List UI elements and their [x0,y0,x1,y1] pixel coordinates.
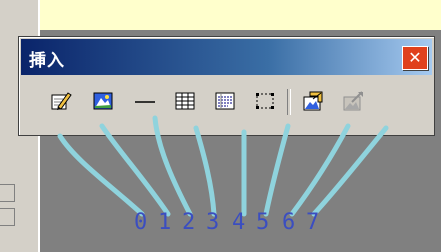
annotation-number-7: 7 [306,210,320,235]
window-title: 挿入 [29,51,65,71]
toolbar-button-6[interactable] [299,87,327,115]
annotation-number-5: 5 [256,210,270,235]
toolbar-button-1[interactable] [89,87,117,115]
toolbar-button-7[interactable] [339,87,367,115]
annotation-line-7 [311,125,389,217]
toolbar-button-3[interactable] [171,87,199,115]
toolbar-button-5[interactable] [251,87,279,115]
annotation-number-1: 1 [158,210,172,235]
annotation-line-5 [263,123,291,217]
table-grid-icon [175,92,195,110]
horizontal-line-icon [135,101,155,103]
toolbar-button-2[interactable] [131,87,159,115]
annotation-line-3 [193,125,217,217]
disabled-image-icon [343,91,363,111]
toolbar-button-4[interactable] [211,87,239,115]
annotation-number-6: 6 [282,210,296,235]
annotation-number-4: 4 [232,210,246,235]
edit-pencil-icon [51,92,72,110]
background-yellow-strip [40,0,441,30]
toolbar-button-0[interactable] [47,87,75,115]
scroll-stub-upper[interactable] [0,184,15,202]
annotation-number-0: 0 [134,210,148,235]
titlebar[interactable]: 挿入 ✕ [21,39,432,75]
close-button[interactable]: ✕ [402,46,428,70]
picture-landscape-icon [93,92,113,110]
dotted-frame-icon [256,93,274,109]
toolbar-separator [287,89,291,115]
form-list-icon [215,92,235,110]
annotation-line-1 [99,123,171,217]
annotation-line-0 [57,133,145,217]
annotation-number-2: 2 [182,210,196,235]
annotation-number-3: 3 [206,210,220,235]
scroll-stub-lower[interactable] [0,208,15,226]
insert-toolbar-window: 挿入 ✕ [18,36,435,136]
annotation-line-6 [289,123,351,217]
image-chart-icon [303,91,323,111]
